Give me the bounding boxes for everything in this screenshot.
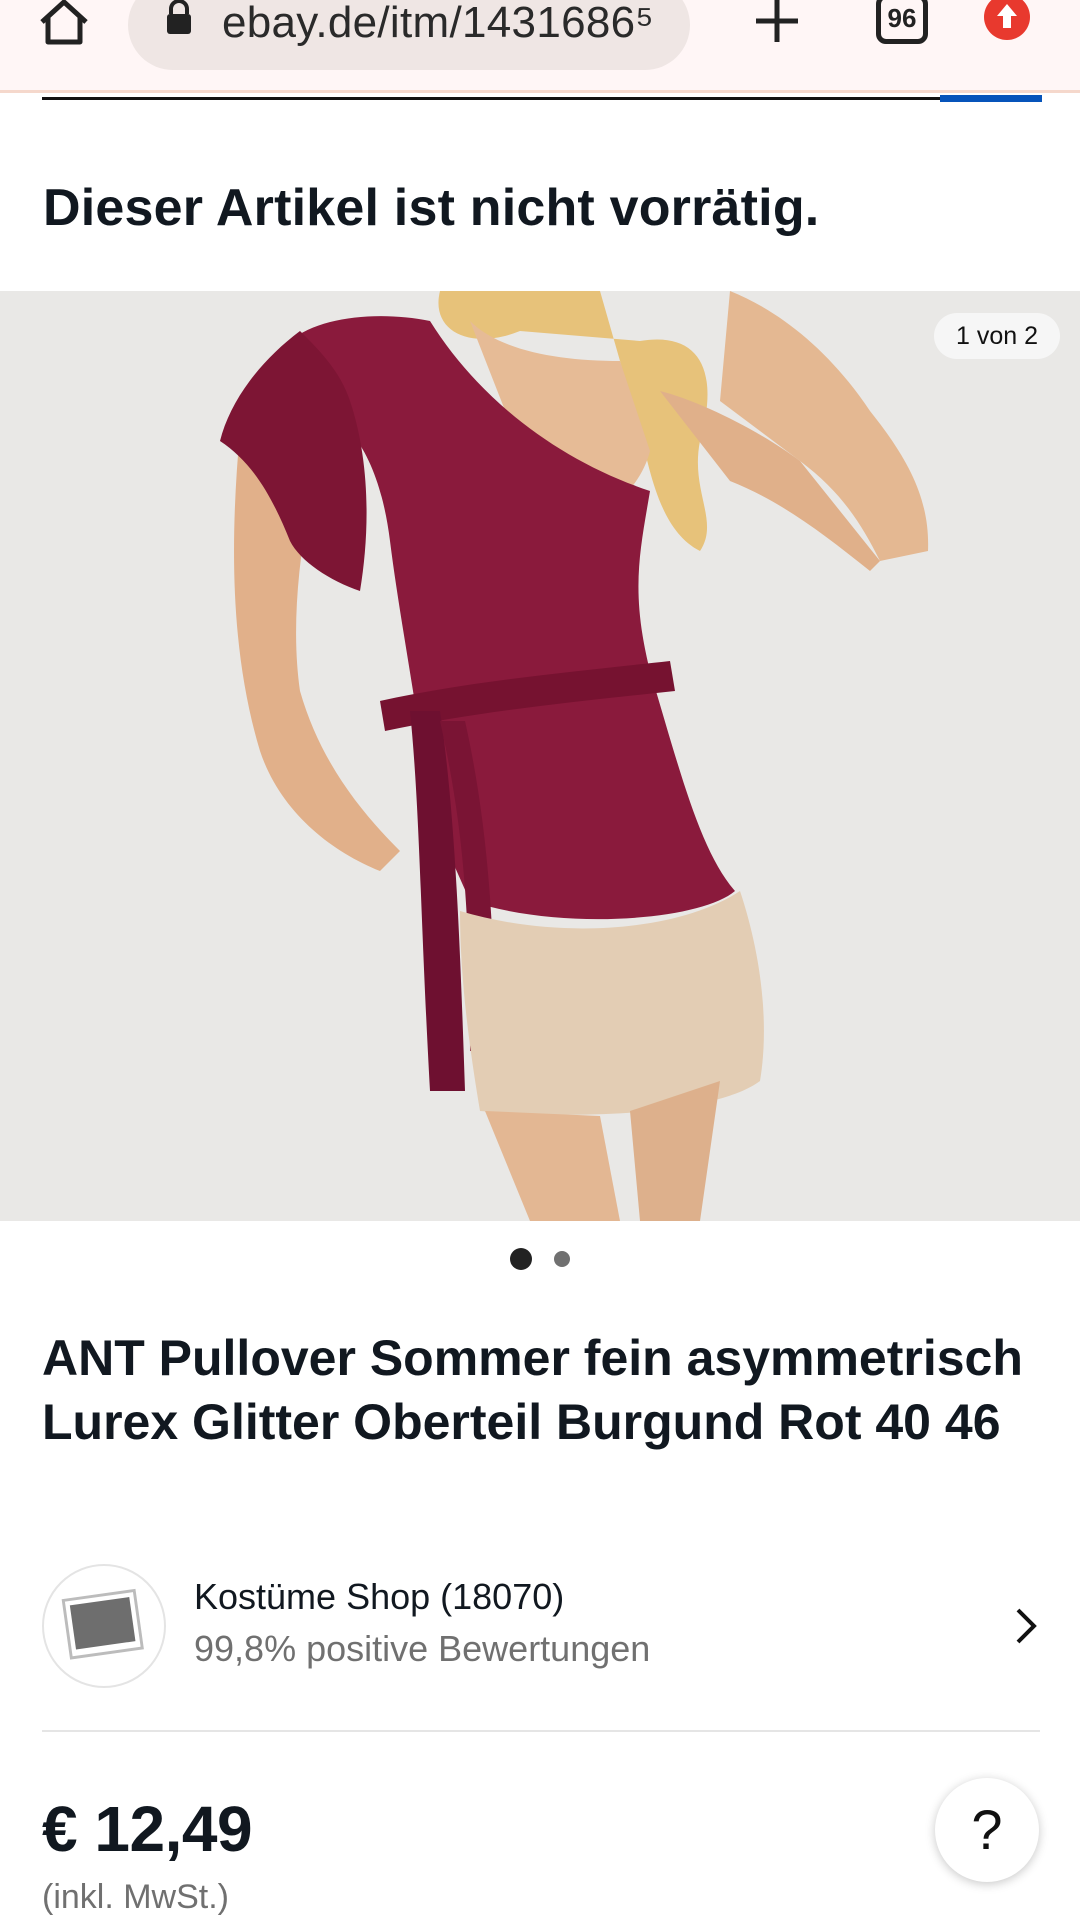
search-button-edge[interactable] bbox=[940, 95, 1042, 102]
product-image bbox=[0, 291, 1080, 1221]
item-price: € 12,49 bbox=[42, 1793, 253, 1865]
section-divider bbox=[42, 1730, 1040, 1732]
lock-icon bbox=[167, 0, 191, 34]
image-counter-badge: 1 von 2 bbox=[933, 313, 1060, 359]
seller-feedback-rating: 99,8% positive Bewertungen bbox=[194, 1628, 651, 1669]
pagination-dot[interactable] bbox=[554, 1251, 571, 1267]
out-of-stock-message: Dieser Artikel ist nicht vorrätig. bbox=[43, 179, 820, 237]
product-image-gallery[interactable]: 1 von 2 bbox=[0, 291, 1080, 1221]
update-icon[interactable] bbox=[984, 0, 1030, 40]
seller-info-row[interactable]: Kostüme Shop (18070) 99,8% positive Bewe… bbox=[42, 1562, 1040, 1690]
help-button[interactable]: ? bbox=[935, 1778, 1039, 1882]
home-icon[interactable] bbox=[36, 0, 92, 48]
tabs-count-button[interactable]: 96 bbox=[876, 0, 928, 44]
seller-avatar bbox=[42, 1564, 166, 1688]
new-tab-plus-icon[interactable] bbox=[752, 0, 802, 46]
tax-note: (inkl. MwSt.) bbox=[42, 1878, 229, 1916]
chevron-right-icon[interactable] bbox=[1010, 1606, 1040, 1646]
search-field-underline[interactable] bbox=[42, 94, 940, 100]
address-bar[interactable]: ebay.de/itm/1431686⁵ bbox=[128, 0, 690, 70]
browser-toolbar: ebay.de/itm/1431686⁵ 96 bbox=[0, 0, 1080, 93]
pagination-dot-active[interactable] bbox=[509, 1248, 532, 1270]
seller-name[interactable]: Kostüme Shop (18070) bbox=[194, 1576, 564, 1618]
url-text: ebay.de/itm/1431686⁵ bbox=[222, 0, 654, 47]
toolbar-divider bbox=[0, 90, 1080, 93]
product-title: ANT Pullover Sommer fein asymmetrisch Lu… bbox=[42, 1330, 1023, 1450]
gallery-pagination[interactable] bbox=[0, 1248, 1080, 1274]
